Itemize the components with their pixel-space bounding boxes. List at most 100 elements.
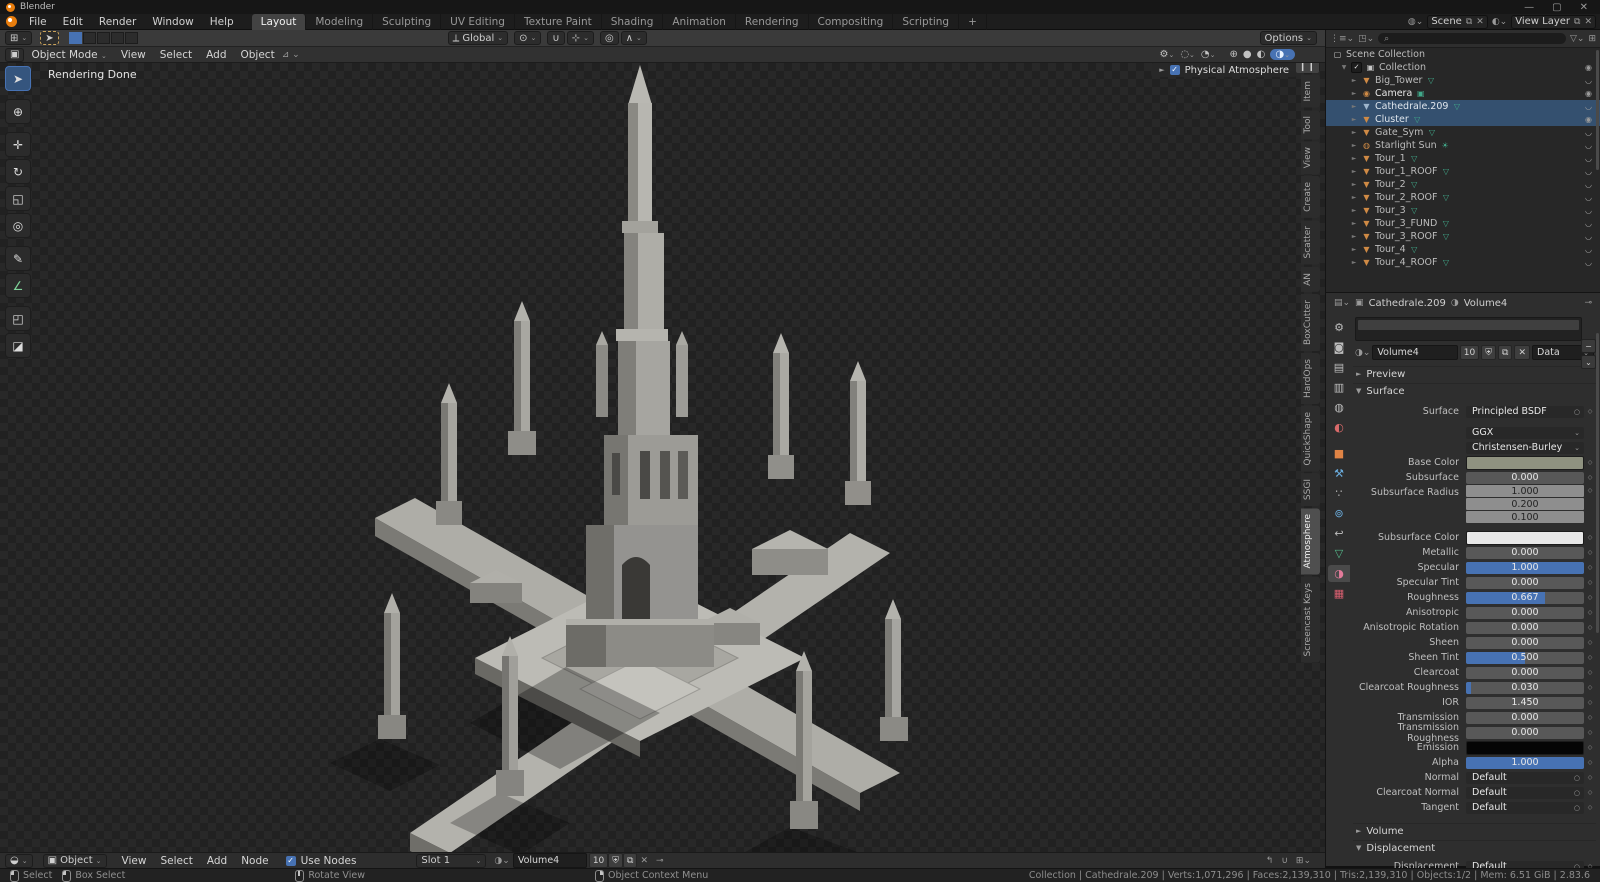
- eye-closed-icon[interactable]: ◡: [1585, 193, 1592, 202]
- tab-output-icon[interactable]: ▤: [1328, 359, 1350, 376]
- outliner-item-row[interactable]: ►▼Tour_1▽◡: [1326, 152, 1600, 165]
- xray-toggle[interactable]: ◔⌄: [1201, 49, 1216, 60]
- eye-closed-icon[interactable]: ◡: [1585, 154, 1592, 163]
- tab-world-icon[interactable]: ◐: [1328, 419, 1350, 436]
- menu-object[interactable]: Object: [234, 49, 282, 61]
- select-mode-circle[interactable]: [97, 32, 110, 44]
- shading-solid-icon[interactable]: ●: [1243, 49, 1252, 60]
- anisotropic-rotation-slider[interactable]: 0.000: [1466, 622, 1584, 634]
- falloff-dropdown[interactable]: ∧⌄: [621, 31, 647, 45]
- tab-sculpting[interactable]: Sculpting: [373, 14, 441, 30]
- remove-slot-button[interactable]: −: [1581, 339, 1596, 353]
- tab-modifiers-icon[interactable]: ⚒: [1328, 465, 1350, 482]
- outliner-item-row[interactable]: ►◉Camera▣◉: [1326, 87, 1600, 100]
- base-color-swatch[interactable]: [1466, 456, 1584, 470]
- close-icon[interactable]: ✕: [1584, 17, 1592, 27]
- shading-rendered-icon[interactable]: ◑⌄: [1270, 49, 1295, 60]
- add-workspace-button[interactable]: +: [959, 14, 987, 30]
- eye-closed-icon[interactable]: ◡: [1585, 76, 1592, 85]
- atmosphere-checkbox[interactable]: ✓: [1170, 65, 1180, 75]
- unlink-icon[interactable]: ✕: [640, 856, 648, 866]
- browse-material-icon[interactable]: ◑⌄: [494, 856, 509, 866]
- sheen-slider[interactable]: 0.000: [1466, 637, 1584, 649]
- tab-render-icon[interactable]: ◙: [1328, 339, 1350, 356]
- tab-shading[interactable]: Shading: [602, 14, 664, 30]
- view-layer-icon[interactable]: ◐⌄: [1492, 17, 1507, 27]
- menu-add[interactable]: Add: [200, 855, 234, 867]
- properties-editor-selector[interactable]: ▤⌄: [1334, 298, 1350, 308]
- transmission-slider[interactable]: 0.000: [1466, 712, 1584, 724]
- material-slot-row[interactable]: [1358, 320, 1579, 330]
- material-name-field[interactable]: Volume4: [513, 853, 587, 868]
- tab-tool[interactable]: Tool: [1301, 110, 1320, 139]
- tab-scatter[interactable]: Scatter: [1301, 220, 1320, 264]
- clearcoat-normal-input[interactable]: Default: [1466, 787, 1584, 799]
- shading-wireframe-icon[interactable]: ⊕: [1230, 49, 1238, 60]
- new-collection-icon[interactable]: ⊞: [1588, 34, 1596, 44]
- physical-atmosphere-panel[interactable]: ► ✓ Physical Atmosphere: [1151, 63, 1297, 77]
- collection-checkbox[interactable]: ✓: [1351, 62, 1362, 73]
- tab-texture-paint[interactable]: Texture Paint: [515, 14, 602, 30]
- outliner-item-row-active[interactable]: ►▼Cathedrale.209▽◡: [1326, 100, 1600, 113]
- tab-layout[interactable]: Layout: [252, 14, 307, 30]
- eye-closed-icon[interactable]: ◡: [1585, 128, 1592, 137]
- eye-open-icon[interactable]: ◉: [1585, 63, 1592, 72]
- parent-node-icon[interactable]: ↰: [1266, 856, 1274, 866]
- outliner-item-row[interactable]: ►▼Tour_3_ROOF▽◡: [1326, 230, 1600, 243]
- tangent-input[interactable]: Default: [1466, 802, 1584, 814]
- snap-mode-dropdown[interactable]: ⊞⌄: [1296, 856, 1311, 866]
- surface-shader-dropdown[interactable]: Principled BSDF: [1466, 406, 1584, 418]
- tab-physics-icon[interactable]: ⊚: [1328, 505, 1350, 522]
- eye-closed-icon[interactable]: ◡: [1585, 206, 1592, 215]
- outliner-item-row[interactable]: ►▼Tour_4▽◡: [1326, 243, 1600, 256]
- options-dropdown[interactable]: Options⌄: [1260, 31, 1317, 45]
- copy-icon[interactable]: ⧉: [1466, 17, 1472, 27]
- filter-mode-dropdown[interactable]: ⋮≡⌄: [1330, 34, 1354, 44]
- panel-preview[interactable]: ►Preview: [1353, 366, 1596, 381]
- scene-selector[interactable]: Scene ⧉ ✕: [1427, 15, 1487, 29]
- tab-object-data-icon[interactable]: ▽: [1328, 545, 1350, 562]
- tab-rendering[interactable]: Rendering: [736, 14, 809, 30]
- outliner-root-row[interactable]: ▢ Scene Collection: [1326, 48, 1600, 61]
- tab-material-icon[interactable]: ◑: [1328, 565, 1350, 582]
- copy-icon[interactable]: ⧉: [1498, 345, 1512, 360]
- browse-material-icon[interactable]: ◑⌄: [1355, 348, 1370, 358]
- tab-hardops[interactable]: HardOps: [1301, 353, 1320, 404]
- subsurface-color-swatch[interactable]: [1466, 531, 1584, 545]
- panel-volume[interactable]: ►Volume: [1353, 823, 1596, 838]
- outliner-scrollbar[interactable]: [1596, 50, 1599, 170]
- tab-texture-icon[interactable]: ▦: [1328, 585, 1350, 602]
- anisotropic-slider[interactable]: 0.000: [1466, 607, 1584, 619]
- display-mode-dropdown[interactable]: ◳⌄: [1358, 34, 1374, 44]
- eye-closed-icon[interactable]: ◡: [1585, 245, 1592, 254]
- tab-animation[interactable]: Animation: [663, 14, 736, 30]
- tab-uv-editing[interactable]: UV Editing: [441, 14, 515, 30]
- eye-closed-icon[interactable]: ◡: [1585, 141, 1592, 150]
- eye-closed-icon[interactable]: ◡: [1585, 232, 1592, 241]
- menu-help[interactable]: Help: [202, 16, 242, 28]
- eye-open-icon[interactable]: ◉: [1585, 115, 1592, 124]
- panel-displacement[interactable]: ▼Displacement: [1353, 840, 1596, 855]
- tab-atmosphere[interactable]: Atmosphere: [1301, 508, 1320, 574]
- menu-file[interactable]: File: [21, 16, 55, 28]
- properties-scrollbar[interactable]: [1596, 333, 1599, 633]
- tab-compositing[interactable]: Compositing: [809, 14, 894, 30]
- tab-scene-icon[interactable]: ◍: [1328, 399, 1350, 416]
- users-count-button[interactable]: 10: [589, 853, 608, 868]
- subsurface-slider[interactable]: 0.000: [1466, 472, 1584, 484]
- close-icon[interactable]: ✕: [1476, 17, 1484, 27]
- subsurface-radius-fields[interactable]: 1.000 0.200 0.100: [1466, 485, 1584, 523]
- slot-specials-button[interactable]: ⌄: [1581, 355, 1596, 369]
- users-count-button[interactable]: 10: [1460, 345, 1479, 360]
- close-button[interactable]: ✕: [1580, 2, 1588, 13]
- eye-closed-icon[interactable]: ◡: [1585, 167, 1592, 176]
- material-slot-list[interactable]: [1355, 317, 1582, 341]
- tab-view[interactable]: View: [1301, 141, 1320, 174]
- menu-view[interactable]: View: [114, 49, 153, 61]
- outliner-search-input[interactable]: ⌕: [1378, 33, 1566, 44]
- tab-tool-icon[interactable]: ⚙: [1328, 319, 1350, 336]
- select-mode-extend[interactable]: [125, 32, 138, 44]
- view-layer-selector[interactable]: View Layer ⧉ ✕: [1511, 15, 1596, 29]
- menu-edit[interactable]: Edit: [55, 16, 91, 28]
- tab-ssgi[interactable]: SSGI: [1301, 473, 1320, 506]
